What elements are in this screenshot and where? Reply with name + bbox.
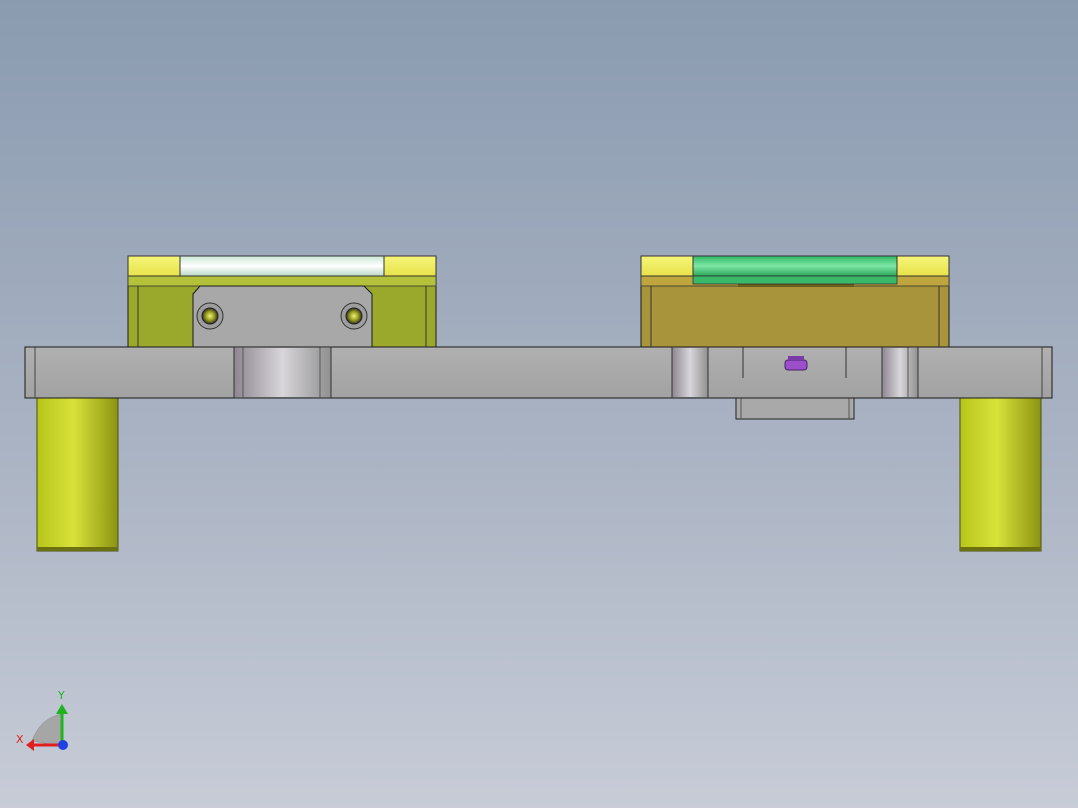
y-axis-arrow — [56, 704, 68, 714]
left-leg[interactable] — [36, 397, 119, 552]
purple-pin[interactable] — [784, 356, 808, 371]
right-leg[interactable] — [959, 397, 1042, 552]
x-axis-label: X — [16, 733, 24, 746]
triad-plane — [31, 713, 63, 747]
left-fixture-block[interactable] — [127, 255, 437, 348]
cad-graphics-viewport[interactable]: X Y — [0, 0, 1078, 808]
coordinate-triad — [26, 704, 68, 751]
z-axis-dot — [58, 740, 68, 750]
right-fixture-block[interactable] — [640, 255, 950, 348]
screw-left-1 — [196, 302, 224, 330]
assembly-front-view[interactable] — [0, 0, 1078, 808]
base-plate[interactable] — [24, 346, 1053, 399]
y-axis-label: Y — [58, 689, 65, 702]
screw-left-2 — [340, 302, 368, 330]
x-axis-arrow — [26, 739, 34, 751]
